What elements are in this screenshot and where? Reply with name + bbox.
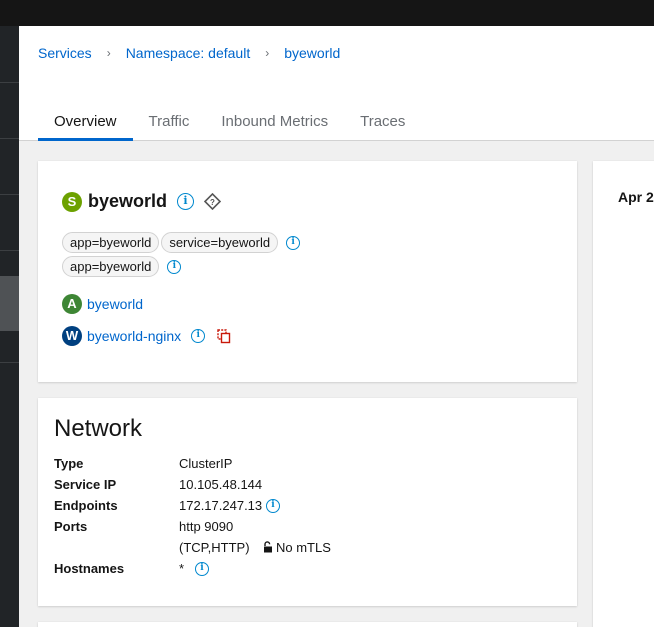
chevron-right-icon: › [265, 46, 270, 60]
side-navigation [0, 26, 19, 627]
service-badge: S [62, 191, 82, 212]
service-name: byeworld [88, 191, 168, 211]
breadcrumb-namespace[interactable]: Namespace: default [126, 45, 251, 61]
masthead [0, 0, 654, 26]
page-header: Services › Namespace: default › byeworld… [19, 26, 654, 141]
network-value: (TCP,HTTP) [179, 540, 250, 555]
label-chip: service=byeworld [161, 232, 279, 253]
tab-traffic[interactable]: Traffic [133, 112, 206, 141]
info-icon[interactable]: i [286, 235, 301, 250]
network-value: * [179, 561, 185, 576]
nav-divider [0, 250, 19, 251]
labels-row-2: app=byeworld i [62, 256, 182, 277]
mtls-status: No mTLS [276, 540, 331, 555]
graph-panel: Apr 2 [593, 161, 654, 627]
service-title: S byeworld i ? [62, 191, 222, 212]
network-title: Network [54, 415, 143, 442]
tab-inbound-metrics[interactable]: Inbound Metrics [205, 112, 344, 141]
nav-item-active[interactable] [0, 276, 19, 331]
main-content: Services › Namespace: default › byeworld… [19, 26, 654, 627]
copy-icon[interactable] [217, 328, 231, 344]
info-icon[interactable]: i [177, 193, 195, 210]
tab-traces[interactable]: Traces [344, 112, 421, 141]
info-icon[interactable]: i [191, 329, 206, 343]
network-value: 172.17.247.13 [179, 498, 263, 513]
chevron-right-icon: › [106, 46, 111, 60]
tab-overview[interactable]: Overview [38, 112, 133, 141]
breadcrumb: Services › Namespace: default › byeworld [38, 45, 340, 61]
label-chip: app=byeworld [62, 256, 160, 277]
info-icon[interactable]: i [167, 259, 182, 274]
breadcrumb-services[interactable]: Services [38, 45, 92, 61]
app-link-row: A byeworld [62, 294, 143, 314]
label-chip: app=byeworld [62, 232, 160, 253]
network-value: http 9090 [179, 519, 234, 534]
network-key: Ports [54, 519, 88, 534]
nav-divider [0, 82, 19, 83]
network-key: Service IP [54, 477, 117, 492]
nav-divider [0, 194, 19, 195]
network-key: Type [54, 456, 84, 471]
tab-bar: Overview Traffic Inbound Metrics Traces [38, 112, 421, 141]
workload-link[interactable]: byeworld-nginx [87, 328, 181, 344]
info-icon[interactable]: i [195, 562, 209, 576]
next-card [38, 622, 577, 627]
nav-divider [0, 362, 19, 363]
breadcrumb-service[interactable]: byeworld [284, 45, 340, 61]
info-icon[interactable]: i [266, 499, 280, 513]
network-key: Hostnames [54, 561, 125, 576]
workload-badge: W [62, 326, 82, 346]
network-card: Network Type ClusterIP Service IP 10.105… [38, 398, 577, 606]
lock-open-icon [263, 541, 274, 553]
nav-divider [0, 138, 19, 139]
network-value: ClusterIP [179, 456, 233, 471]
network-key: Endpoints [54, 498, 118, 513]
workload-link-row: W byeworld-nginx i [62, 326, 231, 346]
network-value: 10.105.48.144 [179, 477, 263, 492]
labels-row-1: app=byeworld service=byeworld i [62, 232, 301, 253]
svg-text:?: ? [210, 198, 215, 207]
app-badge: A [62, 294, 82, 314]
service-description-card: S byeworld i ? app=byeworld service=byew… [38, 161, 577, 382]
question-diamond-icon[interactable]: ? [203, 192, 222, 211]
app-link[interactable]: byeworld [87, 296, 143, 312]
graph-date-label: Apr 2 [618, 189, 654, 205]
